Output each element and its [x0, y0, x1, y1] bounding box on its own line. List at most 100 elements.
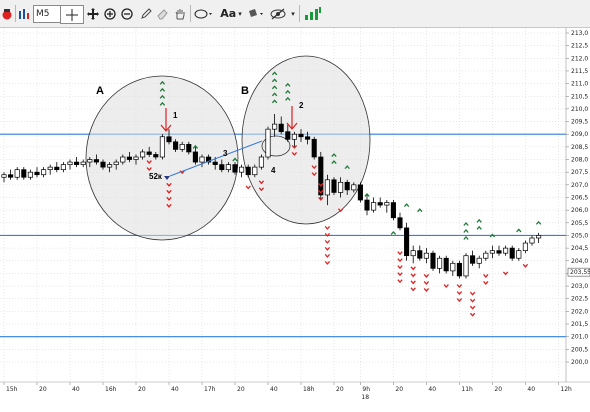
x-tick-label: 40 [171, 386, 179, 393]
hide-icon[interactable] [269, 4, 287, 23]
candle-bear [126, 156, 132, 160]
crosshair-icon[interactable] [60, 5, 84, 24]
buy-signal-icon [390, 230, 397, 235]
candle-bull [476, 257, 482, 264]
price-axis[interactable]: 213,0 212,5 212,0 211,5 211,0 210,5 210,0 209,5… [565, 28, 590, 412]
eraser-icon[interactable] [156, 4, 170, 23]
app-icon[interactable] [0, 4, 14, 23]
candle-bull [120, 156, 126, 163]
candle-bull [1, 174, 7, 178]
y-tick-label: 200,0 [571, 359, 588, 366]
sell-signal-icon [483, 281, 489, 285]
candle-bear [377, 202, 383, 206]
y-tick-label: 207,5 [571, 169, 588, 176]
sell-signal-icon [410, 273, 416, 278]
candle-bull [522, 242, 528, 251]
x-tick-label: 40 [527, 386, 535, 393]
x-tick-label: 17h [204, 386, 216, 393]
candle-bull [423, 252, 429, 259]
candle-bull [133, 156, 139, 160]
text-tool-label: Aa [220, 7, 237, 20]
x-tick-label: 20 [39, 386, 47, 393]
buy-signal-icon [516, 228, 522, 233]
candle-bear [212, 161, 218, 165]
candle-bull [338, 181, 344, 193]
sell-signal-icon [410, 266, 416, 271]
strategy-icon[interactable] [303, 4, 323, 23]
sell-signal-icon [469, 291, 476, 296]
candle-bull [258, 156, 264, 168]
buy-signal-icon [463, 229, 469, 233]
ellipse-b[interactable] [241, 55, 371, 225]
label-2: 2 [299, 101, 304, 110]
candle-bear [146, 151, 152, 155]
candle-bear [417, 250, 423, 259]
x-tick-label: 16h [105, 386, 117, 393]
candle-bear [100, 161, 106, 168]
fill-tool-icon[interactable] [247, 4, 267, 23]
separator [15, 5, 16, 22]
y-tick-label: 212,0 [571, 55, 588, 62]
candle-bull [291, 133, 297, 140]
candle-bull [179, 144, 185, 150]
candle-bull [529, 237, 535, 244]
candle-bull [272, 123, 278, 130]
y-tick-label: 204,0 [571, 258, 588, 265]
pencil-icon[interactable] [139, 4, 153, 23]
candle-bull [67, 161, 73, 165]
zoom-out-icon[interactable] [120, 4, 134, 23]
sell-signal-icon [410, 280, 416, 285]
y-tick-label: 205,0 [571, 232, 588, 239]
move-icon[interactable] [86, 4, 100, 23]
candle-bull [225, 164, 231, 171]
candle-bull [265, 128, 271, 158]
label-3: 3 [223, 149, 228, 158]
buy-signal-icon [476, 218, 482, 223]
price-chart[interactable]: A B 1 2 3 4 52к 213,0 212,5 212,0 211,5 211,… [0, 28, 590, 412]
sell-signal-icon [245, 185, 251, 190]
candle-bull [483, 252, 489, 259]
sell-signal-icon [502, 271, 509, 276]
ellipse-icon[interactable] [193, 4, 215, 23]
y-tick-label: 204,5 [571, 245, 588, 252]
hand-icon[interactable] [173, 4, 187, 23]
candle-bull [324, 179, 330, 196]
y-tick-label: 211,0 [571, 81, 588, 88]
buy-signal-icon [403, 203, 410, 208]
separator [190, 5, 191, 22]
y-tick-label: 208,5 [571, 144, 588, 151]
chart-type-icon[interactable] [17, 4, 31, 23]
candle-bear [285, 131, 291, 140]
candle-bear [74, 161, 80, 165]
candle-bull [27, 171, 33, 178]
sell-signal-icon [483, 274, 489, 278]
chevron-down-icon[interactable]: ▾ [289, 4, 297, 23]
candle-bear [166, 136, 172, 143]
x-tick-label: 15h [6, 386, 18, 393]
buy-signal-icon [463, 236, 469, 240]
time-axis[interactable]: 15h 20 40 16h 20 40 17h 20 40 18h 20 9h 20 40 11h 20 40 1… [0, 381, 590, 401]
candle-bull [159, 136, 165, 158]
y-tick-label: 209,0 [571, 131, 588, 138]
zoom-in-icon[interactable] [103, 4, 117, 23]
candle-bear [93, 159, 99, 163]
candle-bull [516, 250, 522, 259]
y-tick-label: 202,5 [571, 296, 588, 303]
candle-bear [186, 144, 192, 153]
candle-bear [8, 174, 14, 178]
candle-bull [113, 161, 119, 165]
candle-bull [140, 151, 146, 158]
chevron-down-icon: ▾ [238, 9, 242, 18]
y-tick-label: 200,5 [571, 346, 588, 353]
candle-bear [456, 262, 462, 277]
text-tool-icon[interactable]: Aa ▾ [218, 4, 244, 23]
candle-bear [470, 255, 476, 264]
candle-bear [311, 138, 317, 158]
sell-signal-icon [397, 258, 403, 263]
candle-bull [450, 262, 456, 272]
sell-signal-icon [324, 239, 331, 244]
y-tick-label: 203,0 [571, 283, 588, 290]
candle-bear [153, 154, 159, 158]
candle-bear [364, 199, 370, 211]
label-volume: 52к [149, 172, 163, 181]
